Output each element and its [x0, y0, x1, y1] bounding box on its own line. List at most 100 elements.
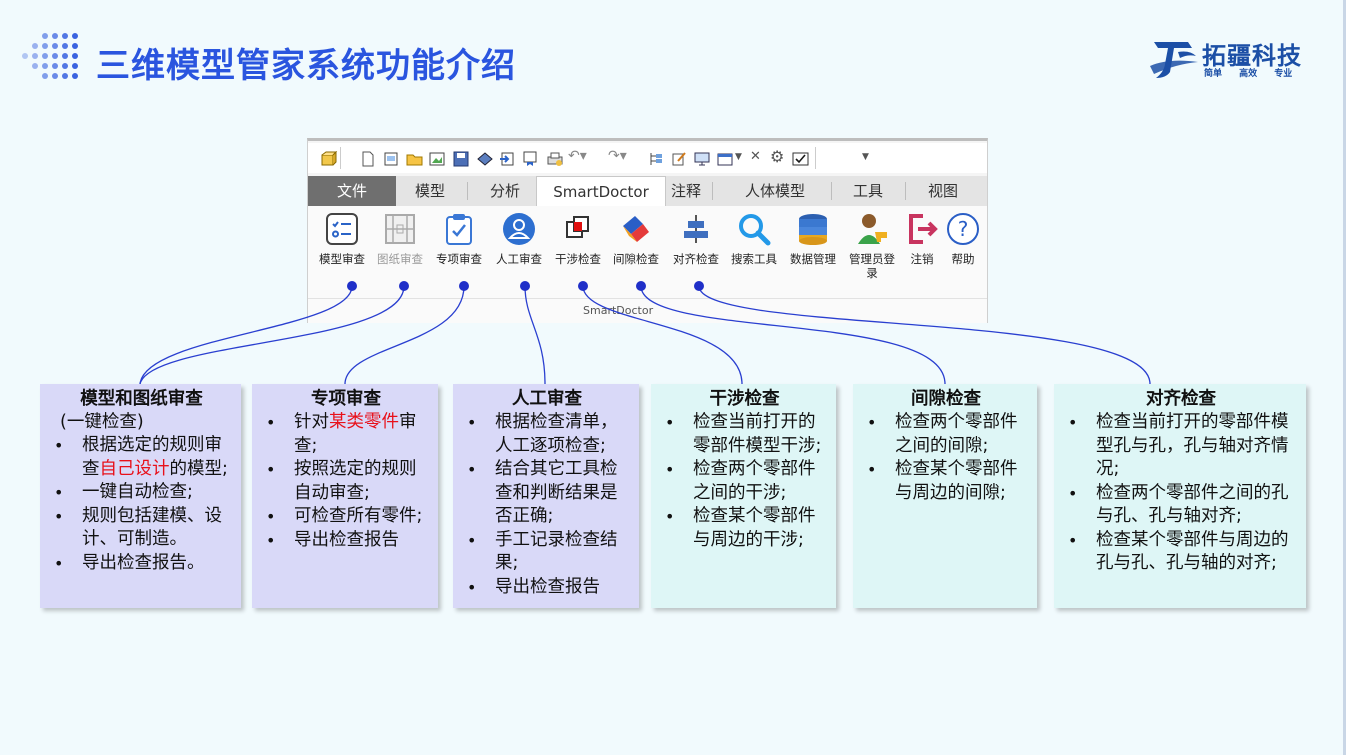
list-item: 结合其它工具检查和判断结果是否正确; [461, 458, 633, 529]
decorative-dot [52, 63, 58, 69]
tree-icon[interactable] [648, 151, 664, 171]
decorative-dot [52, 73, 58, 79]
document-icon[interactable] [522, 151, 538, 171]
decorative-dot [42, 53, 48, 59]
decorative-dot [42, 63, 48, 69]
decorative-dot [62, 43, 68, 49]
card-title: 对齐检查 [1146, 389, 1216, 409]
decorative-dot [32, 43, 38, 49]
tool-label: 管理员登录 [849, 252, 895, 280]
tool-clearance-check[interactable]: 间隙检查 [609, 212, 663, 266]
decorative-dot [32, 53, 38, 59]
tab-file[interactable]: 文件 [308, 176, 396, 206]
connector-lines [139, 281, 1151, 385]
logo-slogan: 简单 高效 专业 [1204, 69, 1293, 79]
edit-icon[interactable] [671, 151, 687, 171]
tool-label: 注销 [910, 252, 934, 266]
print-preview-icon[interactable] [383, 151, 399, 171]
save-icon[interactable] [453, 151, 469, 171]
decorative-dot [42, 73, 48, 79]
checklist-icon [326, 213, 358, 245]
tab-smartdoctor[interactable]: SmartDoctor [536, 176, 666, 207]
decorative-dot [72, 53, 78, 59]
tool-label: 模型审查 [319, 252, 365, 266]
cube-icon[interactable] [320, 150, 338, 171]
flag-icon[interactable] [792, 151, 810, 171]
interference-icon [566, 216, 589, 238]
admin-icon [858, 214, 887, 244]
redo-icon[interactable]: ↷▾ [608, 148, 627, 164]
qat-separator [815, 147, 816, 169]
close-icon[interactable]: ✕ [750, 149, 761, 164]
tool-admin-login[interactable]: 管理员登录 [844, 212, 900, 280]
list-item: 导出检查报告。 [48, 552, 235, 576]
svg-text:?: ? [958, 217, 969, 241]
undo-icon[interactable]: ↶▾ [568, 148, 587, 164]
tool-label: 干涉检查 [555, 252, 601, 266]
tool-help[interactable]: ? 帮助 [946, 212, 980, 266]
list-item: 导出检查报告 [461, 576, 633, 600]
decorative-dot [42, 33, 48, 39]
tool-align-check[interactable]: 对齐检查 [668, 212, 724, 266]
tab-separator [467, 182, 468, 200]
list-item: 检查当前打开的零部件模型孔与孔，孔与轴对齐情况; [1062, 411, 1300, 482]
tool-manual-review[interactable]: 人工审查 [491, 212, 547, 266]
open-folder-icon[interactable] [406, 151, 424, 171]
tab-analysis[interactable]: 分析 [472, 176, 538, 206]
tool-logout[interactable]: 注销 [905, 212, 939, 266]
image-icon[interactable] [429, 151, 445, 171]
monitor-icon[interactable] [694, 151, 710, 171]
tab-tools[interactable]: 工具 [836, 176, 900, 206]
print-icon[interactable] [546, 151, 564, 171]
list-item: 针对某类零件审查; [260, 411, 432, 458]
decorative-dot [62, 73, 68, 79]
tool-label: 图纸审查 [377, 252, 423, 266]
decorative-dot [62, 63, 68, 69]
decorative-dot [52, 53, 58, 59]
tool-model-review[interactable]: 模型审查 [315, 212, 369, 266]
decorative-dots [22, 33, 82, 83]
tool-drawing-review[interactable]: 图纸审查 [373, 212, 427, 266]
decorative-dot [22, 53, 28, 59]
tab-view[interactable]: 视图 [910, 176, 976, 206]
quick-access-toolbar: ↶▾ ↷▾ ▼ ✕ ⚙ ▼ [308, 143, 987, 173]
tool-interference-check[interactable]: 干涉检查 [551, 212, 605, 266]
list-item: 检查某个零部件与周边的间隙; [861, 458, 1031, 505]
drawing-icon [385, 214, 415, 244]
company-logo: 拓疆科技 简单 高效 专业 [1148, 34, 1328, 84]
tool-label: 人工审查 [496, 252, 542, 266]
search-icon [739, 214, 771, 246]
tool-special-review[interactable]: 专项审查 [432, 212, 486, 266]
card-align-check: 对齐检查 检查当前打开的零部件模型孔与孔，孔与轴对齐情况; 检查两个零部件之间的… [1054, 384, 1306, 608]
tool-search[interactable]: 搜索工具 [726, 212, 782, 266]
tab-annotation[interactable]: 注释 [666, 176, 706, 206]
list-item: 根据检查清单，人工逐项检查; [461, 411, 633, 458]
tool-label: 帮助 [951, 252, 975, 266]
decorative-dot [72, 73, 78, 79]
decorative-dot [62, 53, 68, 59]
dropdown-icon[interactable]: ▼ [735, 152, 742, 162]
decorative-dot [72, 43, 78, 49]
help-icon: ? [947, 213, 979, 245]
card-model-drawing-review: 模型和图纸审查 (一键检查) 根据选定的规则审查自己设计的模型; 一键自动检查;… [40, 384, 241, 608]
tool-data-management[interactable]: 数据管理 [786, 212, 840, 266]
tab-human-model[interactable]: 人体模型 [720, 176, 830, 206]
new-file-icon[interactable] [360, 151, 376, 171]
tab-model[interactable]: 模型 [396, 176, 464, 206]
decorative-dot [62, 33, 68, 39]
customize-toolbar-icon[interactable]: ▼ [862, 152, 869, 162]
ribbon-tabs: 文件 模型 分析 SmartDoctor 注释 人体模型 工具 视图 [308, 176, 987, 207]
decorative-dot [52, 43, 58, 49]
card-title: 专项审查 [311, 389, 381, 409]
export-icon[interactable] [476, 151, 494, 171]
import-icon[interactable] [499, 151, 515, 171]
tool-label: 专项审查 [436, 252, 482, 266]
group-divider [308, 298, 987, 299]
align-icon [684, 215, 708, 243]
qat-separator [340, 147, 341, 169]
window-icon[interactable] [717, 151, 733, 171]
gear-icon[interactable]: ⚙ [770, 147, 784, 166]
card-title: 人工审查 [512, 389, 582, 409]
list-item: 检查某个零部件与周边的干涉; [659, 505, 830, 552]
logo-mark-icon [1150, 42, 1198, 78]
